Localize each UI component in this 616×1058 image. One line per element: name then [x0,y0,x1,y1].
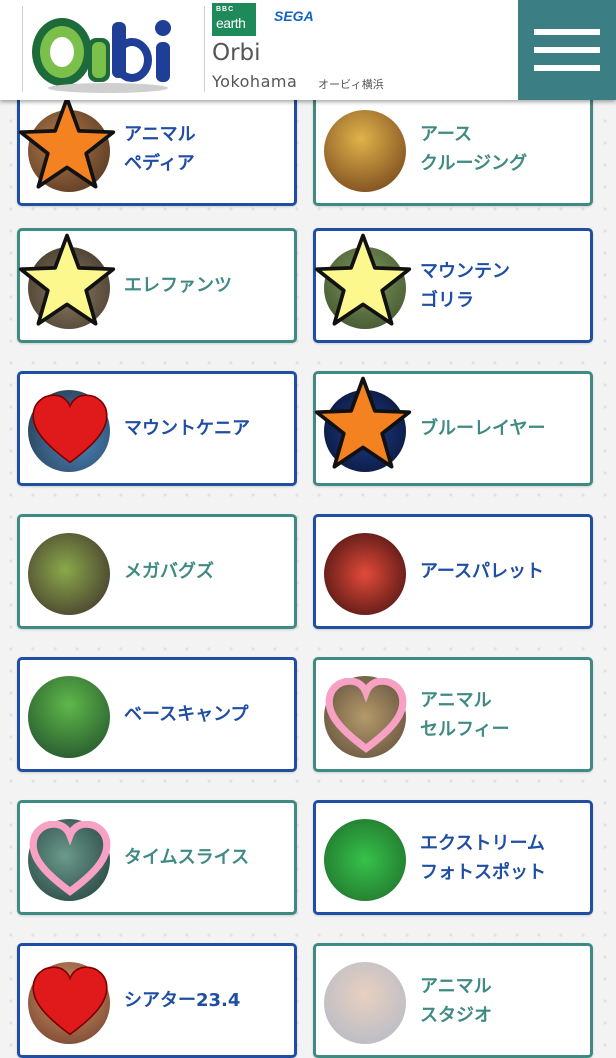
attraction-thumbnail [324,110,406,192]
attraction-card[interactable]: エレファンツ [17,228,297,343]
attraction-thumbnail [324,676,406,758]
attraction-thumbnail [28,247,110,329]
attraction-label-line2: セルフィー [420,718,510,740]
attraction-label-line2: フォトスポット [420,861,546,883]
attraction-label-line2: クルージング [420,152,528,174]
attraction-label-line1: アニマル [420,689,492,711]
attraction-card[interactable]: アニマル セルフィー [313,657,593,772]
bbc-earth-logo: BBC earth [212,3,256,36]
site-subtitle: Yokohama [212,72,298,91]
attraction-label-line1: アニマル [420,975,492,997]
earth-logo-text: earth [216,15,246,31]
attraction-label: ブルーレイヤー [420,374,545,483]
attraction-label-line1: ベースキャンプ [124,704,249,725]
attraction-thumbnail [28,110,110,192]
attraction-card[interactable]: マウントケニア [17,371,297,486]
attraction-label-line1: アースパレット [420,561,545,582]
attraction-card[interactable]: メガバグズ [17,514,297,629]
attraction-label-line1: タイムスライス [124,847,250,868]
attraction-label: メガバグズ [124,517,214,626]
header-divider [204,6,205,92]
attraction-label: ベースキャンプ [124,660,249,769]
sega-logo: SEGA [274,8,314,24]
attraction-label: アニマル ペディア [124,94,196,203]
attraction-thumbnail [28,533,110,615]
attraction-card[interactable]: シアター23.4 [17,943,297,1058]
attraction-label-line1: メガバグズ [124,561,214,582]
attraction-card[interactable]: ベースキャンプ [17,657,297,772]
attraction-card[interactable]: マウンテン ゴリラ [313,228,593,343]
attraction-thumbnail [324,533,406,615]
attraction-card[interactable]: アースパレット [313,514,593,629]
attraction-label-line1: エクストリーム [420,832,545,854]
attraction-thumbnail [28,390,110,472]
attraction-label-line1: ブルーレイヤー [420,418,546,439]
attraction-label: マウントケニア [124,374,250,483]
attraction-card[interactable]: アニマル ペディア [17,91,297,206]
attraction-label-line2: ペディア [124,152,195,174]
attraction-label: エクストリーム フォトスポット [420,803,546,912]
attraction-card[interactable]: アニマル スタジオ [313,943,593,1058]
attraction-thumbnail [324,390,406,472]
attraction-label: アースパレット [420,517,544,626]
hamburger-menu-button[interactable] [518,0,616,100]
attraction-label-line1: エレファンツ [124,275,232,296]
attraction-thumbnail [324,819,406,901]
attraction-label: アニマル セルフィー [420,660,510,769]
attraction-card[interactable]: アース クルージング [313,91,593,206]
attraction-label-line2: スタジオ [420,1004,492,1026]
header-divider [22,6,23,92]
bbc-logo-text: BBC [216,6,235,13]
attraction-label-line1: アース [420,123,473,145]
attraction-card[interactable]: タイムスライス [17,800,297,915]
attraction-label: アニマル スタジオ [420,946,492,1055]
attraction-label-line2: ゴリラ [420,289,474,311]
attraction-label: アース クルージング [420,94,527,203]
attraction-label-line1: アニマル [124,123,196,145]
orbi-logo[interactable] [28,8,190,94]
site-title: Orbi [212,40,261,66]
attraction-card[interactable]: ブルーレイヤー [313,371,593,486]
attraction-card[interactable]: エクストリーム フォトスポット [313,800,593,915]
attraction-label: マウンテン ゴリラ [420,231,510,340]
attraction-label-line1: シアター23.4 [124,990,241,1011]
attraction-thumbnail [28,962,110,1044]
attraction-label-line1: マウンテン [420,260,510,282]
site-subtitle-jp: オービィ横浜 [318,78,384,91]
attraction-thumbnail [324,247,406,329]
attraction-label: エレファンツ [124,231,232,340]
attraction-thumbnail [28,676,110,758]
attraction-label-line1: マウントケニア [124,418,250,439]
attraction-label: タイムスライス [124,803,249,912]
attraction-thumbnail [28,819,110,901]
attraction-thumbnail [324,962,406,1044]
site-header: BBC earth SEGA Orbi Yokohama オービィ横浜 [0,0,616,100]
attraction-label: シアター23.4 [124,946,240,1055]
